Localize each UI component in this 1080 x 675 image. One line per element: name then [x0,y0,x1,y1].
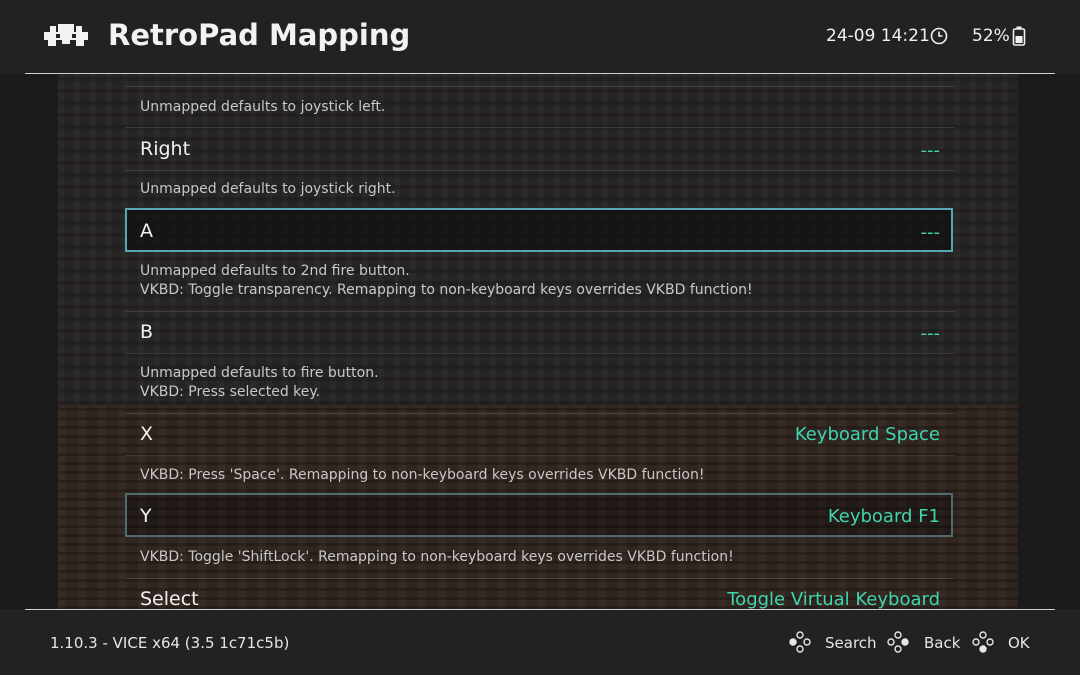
footer: 1.10.3 - VICE x64 (3.5 1c71c5b) Search B… [0,610,1080,675]
mapping-list[interactable]: Unmapped defaults to joystick left. Righ… [0,74,1080,609]
row-divider [126,455,954,456]
item-description: VKBD: Toggle 'ShiftLock'. Remapping to n… [140,549,734,565]
row-divider [126,353,954,354]
back-hint[interactable]: Back [924,634,960,652]
mapping-item-a-value[interactable]: --- [921,222,941,243]
clock-text: 24-09 14:21 [826,26,930,46]
ok-hint[interactable]: OK [1008,634,1030,652]
mapping-item-x-value[interactable]: Keyboard Space [795,424,940,445]
clock-icon [930,27,948,45]
mapping-item-b-label[interactable]: B [140,321,153,343]
row-divider [126,127,954,128]
row-divider [126,86,954,87]
gamepad-back-button-icon [887,631,909,653]
header: RetroPad Mapping 24-09 14:21 52% [0,0,1080,74]
item-description: Unmapped defaults to joystick right. [140,181,396,197]
mapping-item-y-label[interactable]: Y [140,505,152,527]
item-description: VKBD: Toggle transparency. Remapping to … [140,282,753,298]
search-hint[interactable]: Search [825,634,877,652]
version-text: 1.10.3 - VICE x64 (3.5 1c71c5b) [50,634,290,652]
mapping-item-a-label[interactable]: A [140,220,153,242]
mapping-item-right-value[interactable]: --- [921,140,941,161]
item-description: Unmapped defaults to fire button. [140,365,379,381]
battery-icon [1012,26,1026,46]
page-title: RetroPad Mapping [108,18,411,52]
mapping-item-b-value[interactable]: --- [921,323,941,344]
mapping-item-a-selected[interactable] [125,208,953,252]
gamepad-search-button-icon [789,631,811,653]
battery-level: 52% [972,26,1010,46]
item-description: Unmapped defaults to joystick left. [140,99,386,115]
mapping-item-x-label[interactable]: X [140,423,153,445]
item-description: VKBD: Press selected key. [140,384,321,400]
mapping-item-right-label[interactable]: Right [140,138,190,160]
mapping-item-select-label[interactable]: Select [140,588,199,609]
item-description: VKBD: Press 'Space'. Remapping to non-ke… [140,467,705,483]
row-divider [126,170,954,171]
item-description: Unmapped defaults to 2nd fire button. [140,263,410,279]
app-window: RetroPad Mapping 24-09 14:21 52% Unmappe… [0,0,1080,675]
row-divider [126,413,954,414]
gamepad-ok-button-icon [972,631,994,653]
mapping-item-y-value[interactable]: Keyboard F1 [828,506,940,527]
retroarch-logo-icon [44,24,88,46]
mapping-item-select-value[interactable]: Toggle Virtual Keyboard [727,589,940,609]
row-divider [126,578,954,579]
row-divider [126,311,954,312]
